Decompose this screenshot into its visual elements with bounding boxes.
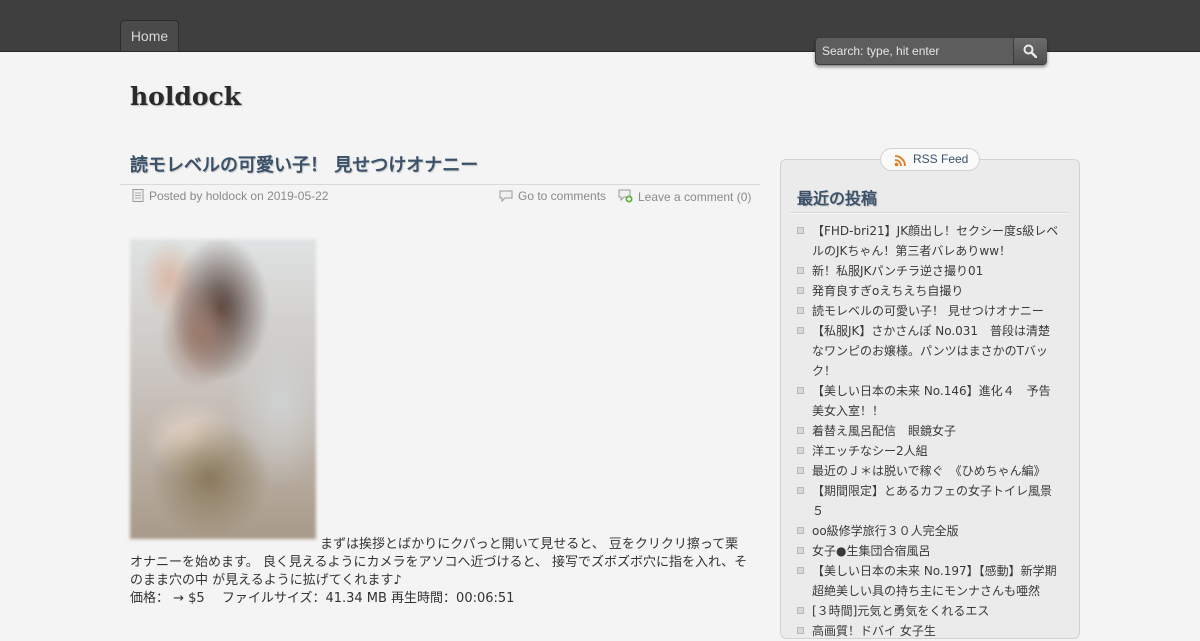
recent-post-item[interactable]: 女子●生集団合宿風呂: [797, 541, 1062, 561]
rss-icon: [894, 155, 906, 167]
post-title[interactable]: 読モレベルの可愛い子！ 見せつけオナニー: [130, 151, 478, 177]
post-price-line: 価格： → $5 ファイルサイズ：41.34 MB 再生時間：00:06:51: [130, 591, 515, 606]
search-input[interactable]: [817, 39, 1018, 63]
bullet-icon: [797, 567, 804, 574]
recent-post-item[interactable]: 新！私服JKパンチラ逆さ撮り01: [797, 261, 1062, 281]
rss-feed-button[interactable]: RSS Feed: [880, 148, 980, 171]
bullet-icon: [797, 427, 804, 434]
recent-post-link[interactable]: 新！私服JKパンチラ逆さ撮り01: [812, 264, 983, 278]
post-meta-leave-comment[interactable]: Leave a comment (0): [618, 189, 751, 204]
bullet-icon: [797, 387, 804, 394]
comment-add-icon: [618, 189, 633, 203]
bullet-icon: [797, 267, 804, 274]
recent-post-item[interactable]: 【美しい日本の未来 No.197】【感動】新学期 超絶美しい具の持ち主にモンナさ…: [797, 561, 1069, 601]
post-body-line-1: まずは挨拶とばかりにクパっと開いて見せると、 豆をクリクリ擦って栗: [320, 537, 739, 552]
recent-post-item[interactable]: oo級修学旅行３０人完全版: [797, 521, 1062, 541]
rss-feed-label[interactable]: RSS Feed: [913, 149, 968, 170]
bullet-icon: [797, 287, 804, 294]
recent-post-item[interactable]: 着替え風呂配信 眼鏡女子: [797, 421, 1062, 441]
recent-post-link[interactable]: 【FHD-bri21】JK顔出し！セクシー度s級レベルのJKちゃん！第三者バレあ…: [812, 224, 1058, 258]
nav-home-tab[interactable]: Home: [120, 20, 179, 51]
recent-post-link[interactable]: [３時間]元気と勇気をくれるエス: [812, 604, 989, 618]
site-title[interactable]: holdock: [130, 82, 241, 111]
recent-post-item[interactable]: 洋エッチなシー2人組: [797, 441, 1062, 461]
bullet-icon: [797, 227, 804, 234]
bullet-icon: [797, 527, 804, 534]
recent-post-link[interactable]: 女子●生集団合宿風呂: [812, 544, 930, 558]
post-meta-go-to-comments[interactable]: Go to comments: [499, 189, 606, 203]
recent-post-link[interactable]: 【私服JK】さかさんぽ No.031 普段は清楚なワンピのお嬢様。パンツはまさか…: [812, 324, 1050, 378]
bullet-icon: [797, 547, 804, 554]
recent-post-item[interactable]: 【美しい日本の未来 No.146】進化４ 予告美女入室！！: [797, 381, 1062, 421]
recent-post-item[interactable]: 【私服JK】さかさんぽ No.031 普段は清楚なワンピのお嬢様。パンツはまさか…: [797, 321, 1062, 381]
go-to-comments-link[interactable]: Go to comments: [518, 189, 606, 203]
recent-post-link[interactable]: 高画質！ドバイ 女子生: [812, 624, 936, 638]
recent-posts-title: 最近の投稿: [797, 189, 878, 208]
recent-post-item[interactable]: 【期間限定】とあるカフェの女子トイレ風景５: [797, 481, 1062, 521]
post-title-divider: [120, 184, 760, 185]
recent-post-link[interactable]: 着替え風呂配信 眼鏡女子: [812, 424, 956, 438]
bullet-icon: [797, 307, 804, 314]
search-icon: [1023, 44, 1037, 58]
recent-post-link[interactable]: 読モレベルの可愛い子！ 見せつけオナニー: [812, 304, 1044, 318]
recent-post-link[interactable]: 洋エッチなシー2人組: [812, 444, 928, 458]
search-button[interactable]: [1013, 38, 1047, 64]
recent-post-item[interactable]: 読モレベルの可愛い子！ 見せつけオナニー: [797, 301, 1062, 321]
speech-bubble-icon: [499, 190, 513, 202]
recent-post-link[interactable]: 【美しい日本の未来 No.197】【感動】新学期 超絶美しい具の持ち主にモンナさ…: [812, 564, 1069, 598]
widget-title-divider: [790, 212, 1068, 213]
recent-post-link[interactable]: 発育良すぎoえちえち自撮り: [812, 284, 963, 298]
bullet-icon: [797, 607, 804, 614]
recent-post-link[interactable]: 最近のＪ＊は脱いで稼ぐ 《ひめちゃん編》: [812, 464, 1046, 478]
posted-text: Posted by holdock on 2019-05-22: [149, 189, 329, 203]
bullet-icon: [797, 627, 804, 634]
recent-post-link[interactable]: 【期間限定】とあるカフェの女子トイレ風景５: [812, 484, 1052, 518]
document-icon: [132, 189, 144, 202]
post-meta-posted: Posted by holdock on 2019-05-22: [132, 189, 328, 203]
recent-post-item[interactable]: 【FHD-bri21】JK顔出し！セクシー度s級レベルのJKちゃん！第三者バレあ…: [797, 221, 1062, 261]
bullet-icon: [797, 447, 804, 454]
bullet-icon: [797, 327, 804, 334]
recent-post-link[interactable]: 【美しい日本の未来 No.146】進化４ 予告美女入室！！: [812, 384, 1051, 418]
search-box: [815, 37, 1047, 65]
post-body-line-2: オナニーを始めます。 良く見えるようにカメラをアソコへ近づけると、 接写でズボズ…: [130, 555, 748, 588]
post-thumbnail-image[interactable]: [130, 239, 316, 539]
bullet-icon: [797, 467, 804, 474]
recent-post-item[interactable]: 最近のＪ＊は脱いで稼ぐ 《ひめちゃん編》: [797, 461, 1062, 481]
recent-posts-list: 【FHD-bri21】JK顔出し！セクシー度s級レベルのJKちゃん！第三者バレあ…: [797, 221, 1069, 641]
recent-post-item[interactable]: 高画質！ドバイ 女子生: [797, 621, 1062, 641]
leave-comment-link[interactable]: Leave a comment (0): [638, 190, 751, 204]
post-body: まずは挨拶とばかりにクパっと開いて見せると、 豆をクリクリ擦って栗 オナニーを始…: [130, 536, 752, 608]
recent-post-item[interactable]: [３時間]元気と勇気をくれるエス: [797, 601, 1062, 621]
bullet-icon: [797, 487, 804, 494]
recent-post-link[interactable]: oo級修学旅行３０人完全版: [812, 524, 959, 538]
recent-post-item[interactable]: 発育良すぎoえちえち自撮り: [797, 281, 1062, 301]
